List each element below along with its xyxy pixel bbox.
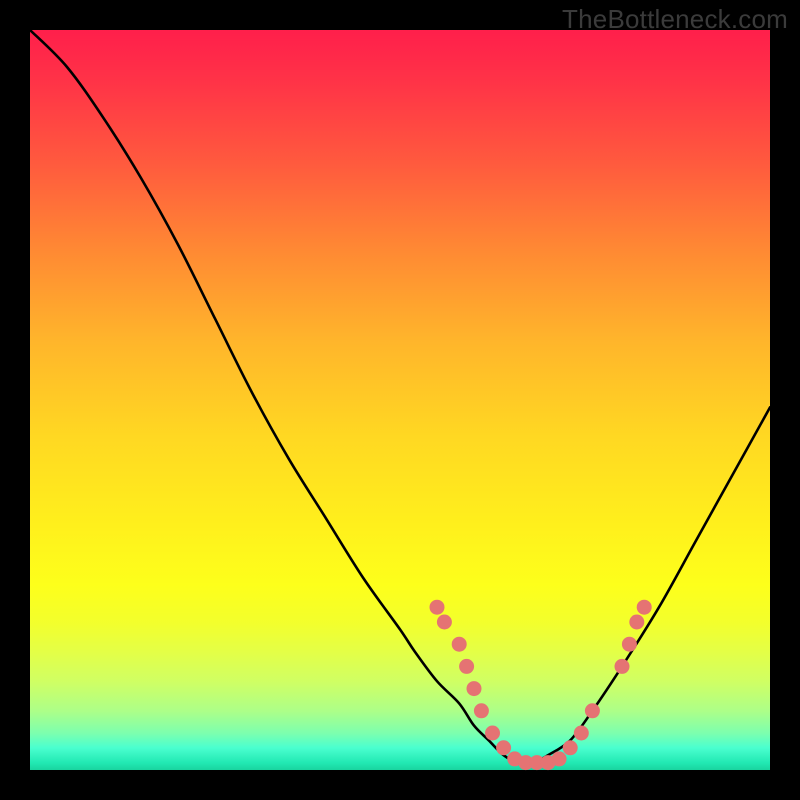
- curve-dot: [622, 637, 637, 652]
- curve-dot: [467, 681, 482, 696]
- curve-dot: [430, 600, 445, 615]
- curve-dots: [430, 600, 652, 770]
- curve-dot: [615, 659, 630, 674]
- bottleneck-curve: [30, 30, 770, 764]
- curve-dot: [485, 726, 500, 741]
- curve-dot: [459, 659, 474, 674]
- curve-dot: [452, 637, 467, 652]
- chart-overlay: [30, 30, 770, 770]
- curve-dot: [552, 751, 567, 766]
- curve-dot: [585, 703, 600, 718]
- curve-dot: [474, 703, 489, 718]
- chart-frame: TheBottleneck.com: [0, 0, 800, 800]
- curve-dot: [437, 615, 452, 630]
- curve-dot: [496, 740, 511, 755]
- curve-dot: [637, 600, 652, 615]
- curve-dot: [574, 726, 589, 741]
- curve-dot: [563, 740, 578, 755]
- curve-dot: [629, 615, 644, 630]
